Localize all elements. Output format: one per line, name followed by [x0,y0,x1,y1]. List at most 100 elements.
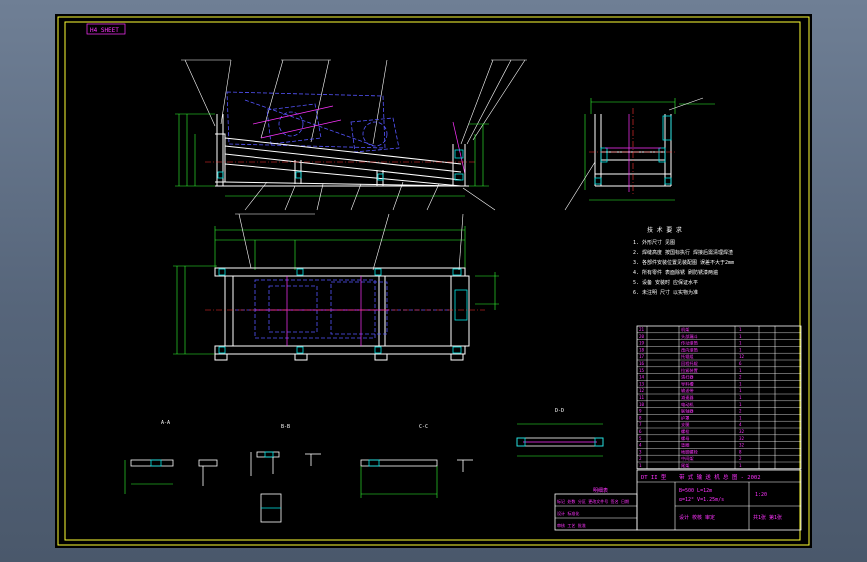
conveyor-frame [215,114,469,187]
bom-item-no: 13 [639,381,645,386]
detail-section-b[interactable]: B-B [250,424,321,523]
drawing-scale: 1:20 [755,492,767,498]
bom-row[interactable]: 1 尾架 1 [639,463,742,469]
plan-leaders [235,213,464,271]
plan-hidden [235,279,449,339]
bom-item-qty: 1 [739,388,742,393]
bom-item-qty: 1 [739,415,742,420]
bom-item-qty: 2 [739,456,742,461]
bom-item-name: 护罩 [681,414,689,421]
bom-row[interactable]: 11 减速器 1 [639,394,742,401]
bom-item-name: 联轴器 [681,408,694,415]
bom-item-name: 头部漏斗 [681,333,698,340]
company: 设计 校核 审定 [679,514,715,521]
bom-row[interactable]: 14 清扫器 2 [639,374,742,381]
bom-row[interactable]: 2 中间架 2 [639,455,742,462]
cad-viewport[interactable]: H4 SHEET 技 术 要 求 1. 外形尺寸 见图 2. 焊缝高度 按国标执… [0,0,867,562]
bom-item-name: 机架 [681,326,689,333]
revision-row: 审核 工艺 批准 [557,522,586,528]
bom-item-no: 1 [639,463,642,468]
end-view-dims [584,98,715,201]
bom-row[interactable]: 15 拉紧装置 1 [639,367,742,374]
plan-outline [214,267,470,361]
end-view-centerline [589,108,677,196]
bom-row[interactable]: 18 改向滚筒 1 [639,346,742,353]
drawing-code: DT II 型 [641,473,667,481]
side-view[interactable] [175,59,527,211]
plan-view[interactable] [173,213,499,361]
bom-item-qty: 6 [739,361,742,366]
bom-row[interactable]: 4 垫圈 32 [639,442,745,449]
detail-section-d[interactable]: D-D [516,408,604,457]
revision-row: 设计 标准化 [557,510,579,516]
bom-item-qty: 1 [739,347,742,352]
bom-item-name: 减速器 [681,394,694,401]
bom-table[interactable]: 21 机架 120 头部漏斗 119 传动滚筒 118 改向滚筒 117 托辊组 1216 回程托辊 6… [636,325,802,470]
tech-notes: 技 术 要 求 1. 外形尺寸 见图 2. 焊缝高度 按国标执行 焊接后需清理焊… [633,226,734,296]
bom-item-name: 回程托辊 [681,360,699,367]
bom-item-qty: 1 [739,327,742,332]
bom-item-no: 8 [639,415,642,420]
bom-row[interactable]: 19 传动滚筒 1 [639,340,742,347]
bom-item-name: 螺栓 [681,428,690,435]
bom-item-no: 14 [639,375,645,380]
bom-item-name: 清扫器 [681,374,694,381]
title-block[interactable]: DT II 型 带 式 输 送 机 总 图 - 2002 B=500 L=12m… [636,469,802,531]
bom-item-name: 电动机 [681,401,694,408]
bom-row[interactable]: 6 螺栓 32 [639,428,745,435]
bom-item-qty: 1 [739,381,742,386]
end-view-leader [564,161,596,211]
bom-caption: 明细表 [593,487,608,494]
drawing-svg: H4 SHEET 技 术 要 求 1. 外形尺寸 见图 2. 焊缝高度 按国标执… [57,16,810,546]
spec-line-1: B=500 L=12m [679,488,712,494]
frame-bolts [217,149,464,181]
bom-row[interactable]: 3 地脚螺栓 8 [639,448,742,455]
bom-row[interactable]: 10 电动机 1 [639,401,742,408]
detail-section-a[interactable]: A-A [124,420,218,494]
section-c-label: C-C [419,424,428,430]
bom-item-name: 螺母 [681,435,689,442]
bom-item-qty: 12 [739,354,745,359]
bom-row[interactable]: 20 头部漏斗 1 [639,333,742,340]
bom-row[interactable]: 12 输送带 1 [639,387,742,394]
bom-item-name: 导料槽 [681,380,694,387]
bom-item-name: 传动滚筒 [681,340,698,347]
bom-item-qty: 8 [739,449,742,454]
bom-item-no: 21 [639,327,645,332]
bom-row[interactable]: 21 机架 1 [639,326,742,333]
note-line: 1. 外形尺寸 见图 [633,239,675,246]
bom-item-qty: 2 [739,409,742,414]
bom-item-name: 改向滚筒 [681,346,698,353]
bom-row[interactable]: 16 回程托辊 6 [639,360,742,367]
bom-item-qty: 2 [739,375,742,380]
bom-row[interactable]: 13 导料槽 1 [639,380,742,387]
bom-row[interactable]: 7 支腿 4 [639,421,742,428]
sheet-count: 共1张 第1张 [753,514,782,521]
bom-item-qty: 4 [739,422,742,427]
detail-section-c[interactable]: C-C [360,424,473,498]
bom-row[interactable]: 8 护罩 1 [639,414,742,421]
bom-item-no: 18 [639,347,645,352]
drawing-sheet[interactable]: H4 SHEET 技 术 要 求 1. 外形尺寸 见图 2. 焊缝高度 按国标执… [55,14,812,548]
spec-line-2: α=12° V=1.25m/s [679,497,724,503]
bom-item-no: 17 [639,354,645,359]
bom-item-name: 垫圈 [681,442,689,449]
plan-axis [255,276,389,346]
revision-block[interactable]: 明细表 标记 处数 分区 更改文件号 签名 日期 设计 标准化 审核 工艺 批准 [554,487,638,531]
corner-stamp: H4 SHEET [90,27,119,34]
bom-item-no: 16 [639,361,645,366]
bom-item-no: 15 [639,368,645,373]
bom-item-qty: 1 [739,368,742,373]
bom-row[interactable]: 9 联轴器 2 [639,408,742,415]
bom-item-name: 地脚螺栓 [681,448,699,455]
bom-item-no: 6 [639,429,642,434]
bom-item-no: 12 [639,388,645,393]
section-d-label: D-D [555,408,564,414]
bom-row[interactable]: 5 螺母 32 [639,435,745,442]
bom-row[interactable]: 17 托辊组 12 [639,353,745,360]
bom-item-name: 中间架 [681,455,694,462]
end-view[interactable] [564,97,715,211]
bom-item-qty: 1 [739,463,742,468]
bom-item-no: 4 [639,443,642,448]
bom-item-qty: 1 [739,402,742,407]
